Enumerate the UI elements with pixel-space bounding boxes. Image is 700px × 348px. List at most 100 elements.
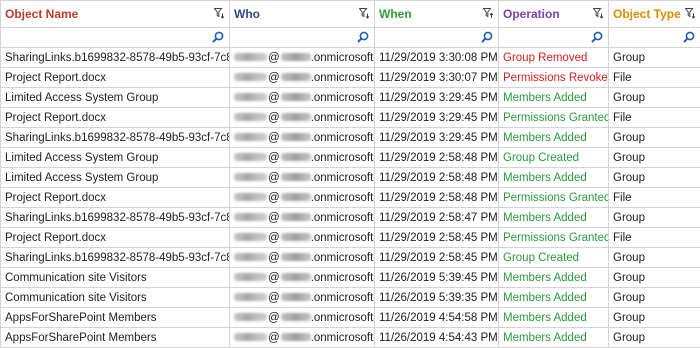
cell-object-name[interactable]: SharingLinks.b1699832-8578-49b5-93cf-7c8… [1, 248, 230, 268]
search-cell-operation[interactable] [499, 28, 609, 48]
cell-operation[interactable]: Group Created [499, 148, 609, 168]
cell-object-name[interactable]: Limited Access System Group [1, 148, 230, 168]
table-row[interactable]: SharingLinks.b1699832-8578-49b5-93cf-7c8… [1, 48, 700, 68]
cell-object-name[interactable]: Project Report.docx [1, 228, 230, 248]
cell-object-type[interactable]: Group [609, 48, 700, 68]
cell-object-type[interactable]: Group [609, 88, 700, 108]
cell-operation[interactable]: Members Added [499, 88, 609, 108]
cell-who[interactable]: @.onmicrosoft.com [230, 288, 375, 308]
search-cell-who[interactable] [230, 28, 375, 48]
cell-who[interactable]: @.onmicrosoft.com [230, 188, 375, 208]
cell-object-type[interactable]: Group [609, 288, 700, 308]
cell-object-name[interactable]: Project Report.docx [1, 68, 230, 88]
table-row[interactable]: SharingLinks.b1699832-8578-49b5-93cf-7c8… [1, 208, 700, 228]
table-row[interactable]: Project Report.docx @.onmicrosoft.com 11… [1, 188, 700, 208]
cell-who[interactable]: @.onmicrosoft.com [230, 228, 375, 248]
cell-when[interactable]: 11/29/2019 3:29:45 PM [375, 88, 499, 108]
cell-object-name[interactable]: Project Report.docx [1, 188, 230, 208]
table-row[interactable]: Communication site Visitors @.onmicrosof… [1, 288, 700, 308]
column-header-object-type[interactable]: Object Type [609, 1, 700, 28]
cell-object-name[interactable]: Communication site Visitors [1, 288, 230, 308]
cell-when[interactable]: 11/29/2019 2:58:48 PM [375, 188, 499, 208]
cell-object-type[interactable]: Group [609, 268, 700, 288]
cell-when[interactable]: 11/29/2019 3:30:08 PM [375, 48, 499, 68]
table-row[interactable]: Project Report.docx @.onmicrosoft.com 11… [1, 68, 700, 88]
cell-object-type[interactable]: Group [609, 208, 700, 228]
table-row[interactable]: Communication site Visitors @.onmicrosof… [1, 268, 700, 288]
table-row[interactable]: Project Report.docx @.onmicrosoft.com 11… [1, 228, 700, 248]
cell-object-type[interactable]: Group [609, 248, 700, 268]
filter-icon[interactable] [359, 8, 370, 19]
cell-operation[interactable]: Permissions Granted [499, 108, 609, 128]
search-icon[interactable] [481, 31, 493, 43]
cell-who[interactable]: @.onmicrosoft.com [230, 68, 375, 88]
table-row[interactable]: Project Report.docx @.onmicrosoft.com 11… [1, 108, 700, 128]
cell-when[interactable]: 11/29/2019 2:58:45 PM [375, 248, 499, 268]
cell-who[interactable]: @.onmicrosoft.com [230, 328, 375, 348]
filter-icon[interactable] [214, 8, 225, 19]
cell-operation[interactable]: Permissions Granted [499, 188, 609, 208]
cell-object-type[interactable]: Group [609, 128, 700, 148]
cell-who[interactable]: @.onmicrosoft.com [230, 308, 375, 328]
cell-who[interactable]: @.onmicrosoft.com [230, 128, 375, 148]
cell-when[interactable]: 11/26/2019 4:54:43 PM [375, 328, 499, 348]
cell-object-type[interactable]: File [609, 228, 700, 248]
filter-icon[interactable] [483, 8, 494, 19]
table-row[interactable]: AppsForSharePoint Members @.onmicrosoft.… [1, 328, 700, 348]
cell-who[interactable]: @.onmicrosoft.com [230, 168, 375, 188]
cell-object-type[interactable]: Group [609, 148, 700, 168]
cell-object-name[interactable]: AppsForSharePoint Members [1, 308, 230, 328]
cell-object-type[interactable]: Group [609, 168, 700, 188]
cell-operation[interactable]: Members Added [499, 128, 609, 148]
cell-when[interactable]: 11/29/2019 3:29:45 PM [375, 108, 499, 128]
cell-when[interactable]: 11/29/2019 2:58:45 PM [375, 228, 499, 248]
search-icon[interactable] [212, 31, 224, 43]
table-row[interactable]: Limited Access System Group @.onmicrosof… [1, 88, 700, 108]
cell-operation[interactable]: Members Added [499, 288, 609, 308]
search-cell-object-name[interactable] [1, 28, 230, 48]
cell-object-name[interactable]: Limited Access System Group [1, 88, 230, 108]
cell-when[interactable]: 11/26/2019 5:39:35 PM [375, 288, 499, 308]
cell-operation[interactable]: Group Created [499, 248, 609, 268]
cell-object-name[interactable]: SharingLinks.b1699832-8578-49b5-93cf-7c8… [1, 128, 230, 148]
cell-object-type[interactable]: Group [609, 308, 700, 328]
search-cell-when[interactable] [375, 28, 499, 48]
cell-who[interactable]: @.onmicrosoft.com [230, 208, 375, 228]
cell-when[interactable]: 11/29/2019 2:58:48 PM [375, 168, 499, 188]
cell-operation[interactable]: Group Removed [499, 48, 609, 68]
cell-who[interactable]: @.onmicrosoft.com [230, 108, 375, 128]
search-cell-object-type[interactable] [609, 28, 700, 48]
cell-object-name[interactable]: Limited Access System Group [1, 168, 230, 188]
cell-object-name[interactable]: Communication site Visitors [1, 268, 230, 288]
search-icon[interactable] [357, 31, 369, 43]
table-row[interactable]: Limited Access System Group @.onmicrosof… [1, 148, 700, 168]
cell-operation[interactable]: Members Added [499, 328, 609, 348]
search-icon[interactable] [683, 31, 695, 43]
cell-operation[interactable]: Members Added [499, 308, 609, 328]
cell-object-name[interactable]: AppsForSharePoint Members [1, 328, 230, 348]
search-icon[interactable] [591, 31, 603, 43]
table-row[interactable]: SharingLinks.b1699832-8578-49b5-93cf-7c8… [1, 128, 700, 148]
column-header-operation[interactable]: Operation [499, 1, 609, 28]
cell-object-name[interactable]: SharingLinks.b1699832-8578-49b5-93cf-7c8… [1, 48, 230, 68]
cell-object-name[interactable]: SharingLinks.b1699832-8578-49b5-93cf-7c8… [1, 208, 230, 228]
column-header-who[interactable]: Who [230, 1, 375, 28]
cell-operation[interactable]: Members Added [499, 268, 609, 288]
column-header-object-name[interactable]: Object Name [1, 1, 230, 28]
filter-icon[interactable] [685, 8, 696, 19]
cell-operation[interactable]: Members Added [499, 208, 609, 228]
cell-when[interactable]: 11/26/2019 4:54:58 PM [375, 308, 499, 328]
cell-object-type[interactable]: File [609, 68, 700, 88]
filter-icon[interactable] [593, 8, 604, 19]
cell-who[interactable]: @.onmicrosoft.com [230, 248, 375, 268]
cell-who[interactable]: @.onmicrosoft.com [230, 88, 375, 108]
cell-object-type[interactable]: File [609, 108, 700, 128]
cell-when[interactable]: 11/29/2019 2:58:47 PM [375, 208, 499, 228]
cell-when[interactable]: 11/26/2019 5:39:45 PM [375, 268, 499, 288]
cell-who[interactable]: @.onmicrosoft.com [230, 268, 375, 288]
cell-operation[interactable]: Permissions Revoked [499, 68, 609, 88]
cell-operation[interactable]: Members Added [499, 168, 609, 188]
cell-object-type[interactable]: Group [609, 328, 700, 348]
cell-when[interactable]: 11/29/2019 3:30:07 PM [375, 68, 499, 88]
cell-who[interactable]: @.onmicrosoft.com [230, 48, 375, 68]
